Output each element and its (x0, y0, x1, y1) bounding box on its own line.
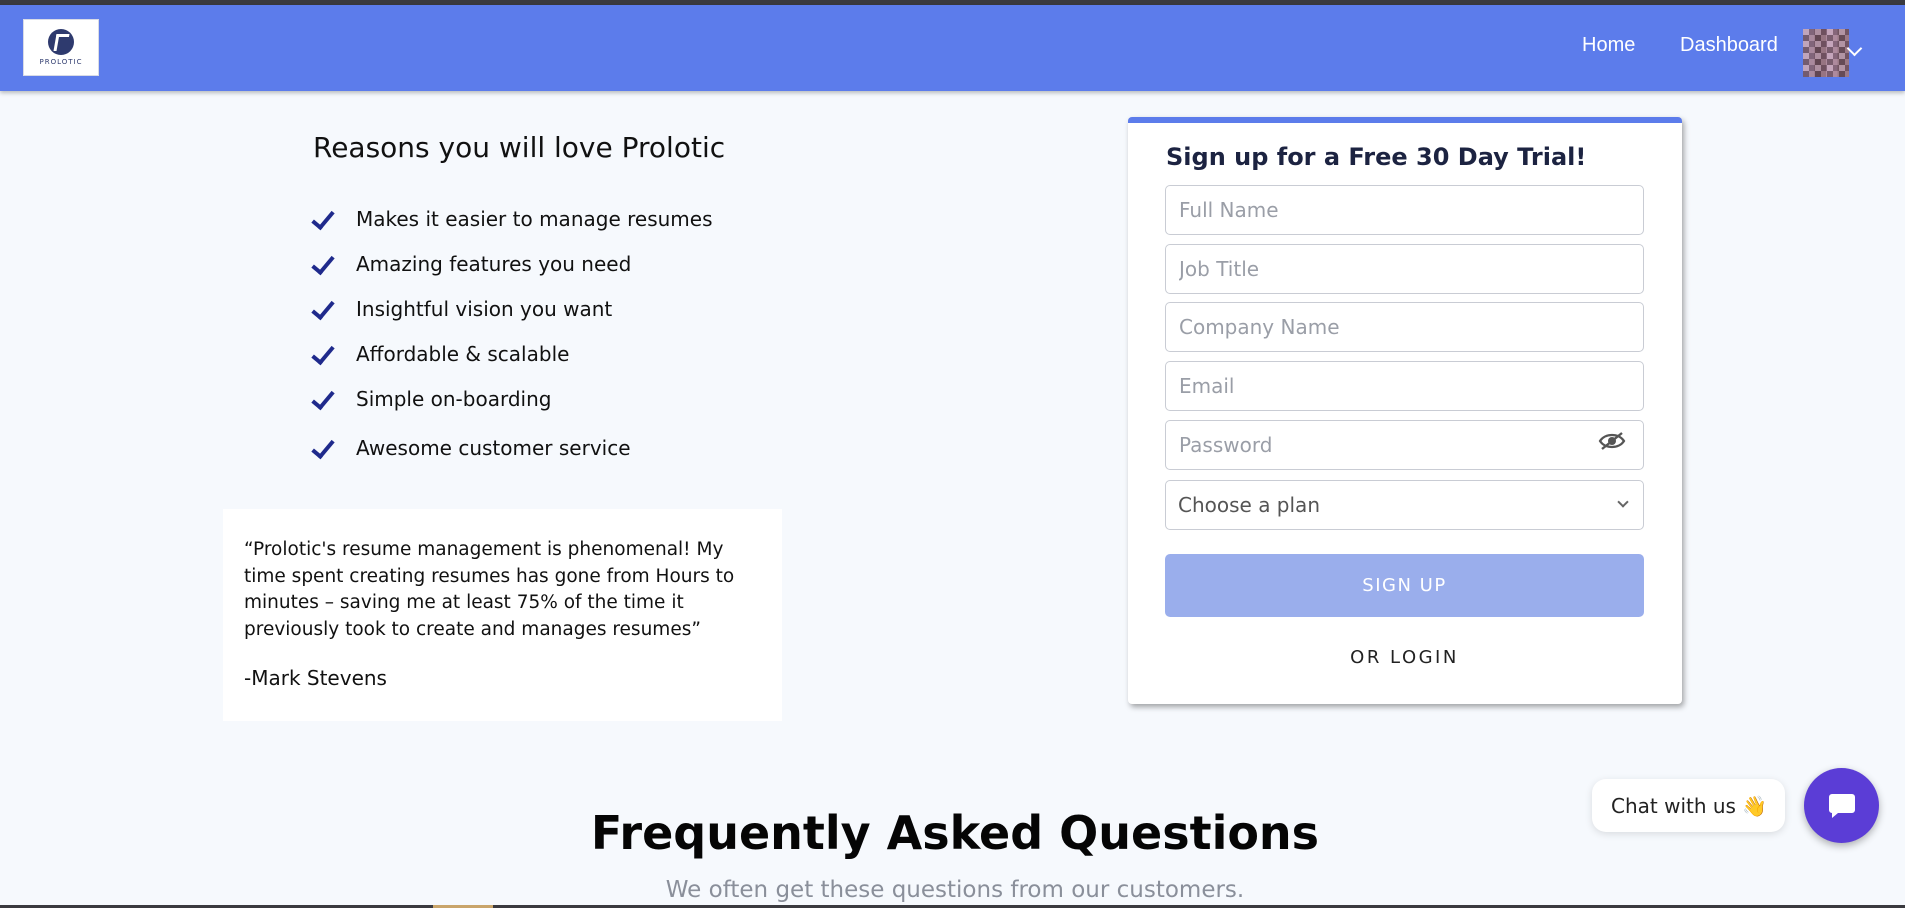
chat-prompt-bubble[interactable]: Chat with us 👋 (1592, 779, 1785, 832)
chat-bubble-icon (1828, 793, 1855, 818)
list-item: Insightful vision you want (311, 297, 612, 321)
reason-text: Makes it easier to manage resumes (356, 207, 713, 231)
testimonial-author: -Mark Stevens (244, 666, 387, 690)
logo-text: PROLOTIC (39, 58, 83, 66)
reason-text: Affordable & scalable (356, 342, 570, 366)
prolotic-logo[interactable]: PROLOTIC (23, 19, 99, 76)
job-title-input[interactable] (1165, 244, 1644, 294)
testimonial-quote: “Prolotic's resume management is phenome… (244, 539, 735, 640)
list-item: Affordable & scalable (311, 342, 569, 366)
company-name-input[interactable] (1165, 302, 1644, 352)
top-navbar: PROLOTIC Home Dashboard (0, 5, 1905, 91)
wave-emoji-icon: 👋 (1741, 793, 1767, 818)
chevron-down-icon[interactable] (1846, 40, 1863, 57)
reasons-title: Reasons you will love Prolotic (313, 131, 726, 164)
reason-text: Insightful vision you want (356, 297, 613, 321)
check-icon (311, 253, 333, 275)
plan-select-value: Choose a plan (1178, 493, 1320, 517)
user-avatar[interactable] (1803, 29, 1849, 77)
reason-text: Amazing features you need (356, 252, 632, 276)
or-login-link[interactable]: OR LOGIN (1165, 647, 1644, 668)
list-item: Makes it easier to manage resumes (311, 207, 713, 231)
signup-card: Sign up for a Free 30 Day Trial! Choose … (1128, 117, 1682, 704)
check-icon (311, 437, 333, 459)
chat-launcher-button[interactable] (1804, 768, 1879, 843)
reason-text: Awesome customer service (356, 436, 631, 460)
nav-dashboard-link[interactable]: Dashboard (1680, 34, 1778, 57)
reason-text: Simple on-boarding (356, 387, 552, 411)
list-item: Simple on-boarding (311, 387, 551, 411)
faq-subtitle: We often get these questions from our cu… (665, 877, 1245, 903)
testimonial-card: “Prolotic's resume management is phenome… (223, 509, 782, 721)
signup-title: Sign up for a Free 30 Day Trial! (1166, 143, 1587, 171)
logo-icon (48, 29, 74, 55)
password-input[interactable] (1165, 420, 1644, 470)
check-icon (311, 388, 333, 410)
email-input[interactable] (1165, 361, 1644, 411)
nav-home-link[interactable]: Home (1582, 34, 1635, 57)
list-item: Amazing features you need (311, 252, 631, 276)
chevron-down-icon (1617, 496, 1629, 508)
check-icon (311, 298, 333, 320)
check-icon (311, 208, 333, 230)
sign-up-button[interactable]: SIGN UP (1165, 554, 1644, 617)
list-item: Awesome customer service (311, 436, 631, 460)
chat-label: Chat with us (1611, 793, 1736, 818)
plan-select[interactable]: Choose a plan (1165, 480, 1644, 530)
full-name-input[interactable] (1165, 185, 1644, 235)
eye-slash-icon[interactable] (1598, 431, 1626, 451)
check-icon (311, 343, 333, 365)
